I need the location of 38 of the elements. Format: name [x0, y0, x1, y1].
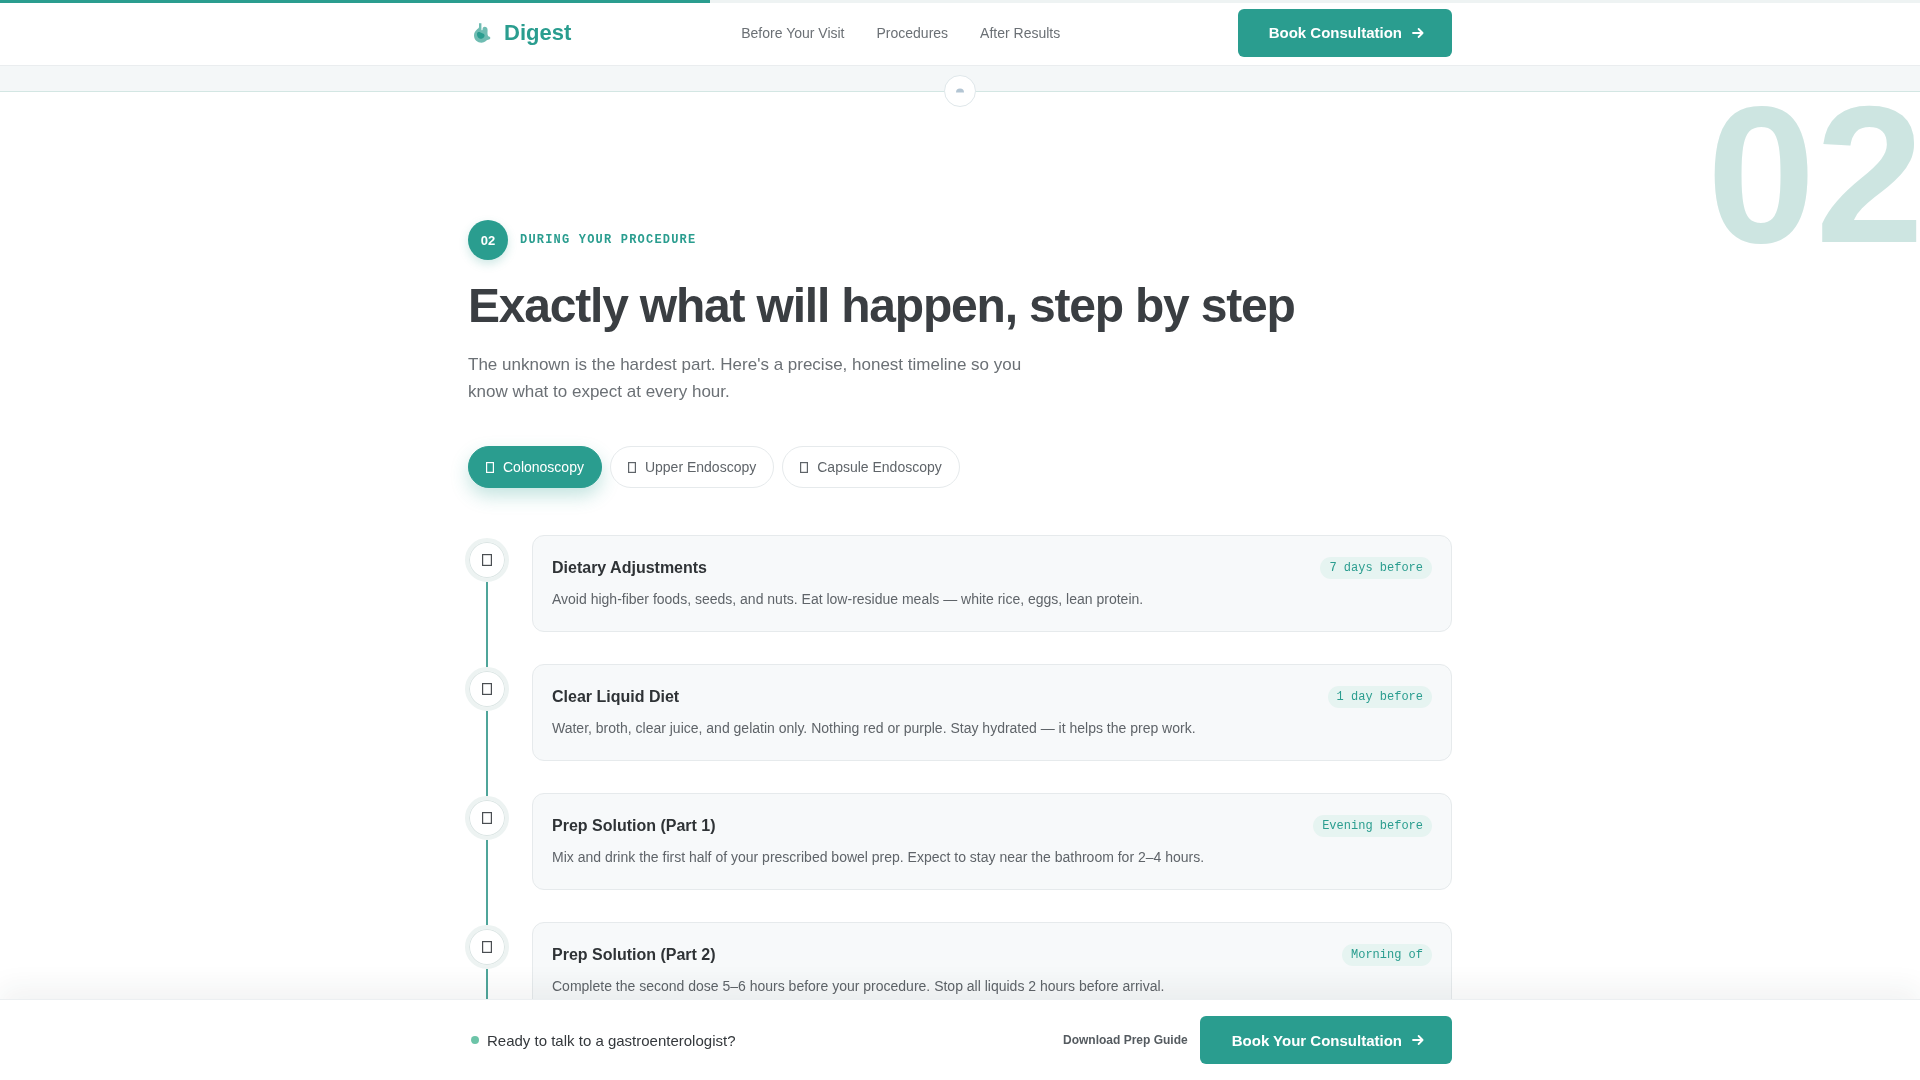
- rectangle-icon: [627, 461, 636, 473]
- arrow-right-icon: [1412, 26, 1424, 39]
- step-description: Mix and drink the first half of your prescribed bowel prep. Expect to stay near the bathroom for 2–4 hours.: [552, 848, 1206, 867]
- download-prep-guide-link[interactable]: Download Prep Guide: [1063, 1033, 1188, 1047]
- book-consultation-button[interactable]: Book Consultation: [1237, 8, 1452, 57]
- section-eyebrow: DURING YOUR PROCEDURE: [520, 233, 697, 247]
- logo-link[interactable]: Digest: [473, 19, 572, 46]
- arrow-right-icon: [1412, 1034, 1424, 1046]
- timing-tag: Evening before: [1313, 815, 1432, 837]
- step-number-badge: 02: [468, 220, 508, 260]
- status-dot-icon: [471, 1036, 479, 1044]
- step-description: Water, broth, clear juice, and gelatin only. Nothing red or purple. Stay hydrated — it helps the prep work.: [552, 719, 1197, 738]
- step-title: Clear Liquid Diet: [552, 687, 680, 707]
- rectangle-icon: [800, 461, 809, 473]
- timing-tag: 1 day before: [1327, 686, 1432, 708]
- rectangle-icon: [486, 461, 494, 473]
- book-your-consultation-button[interactable]: Book Your Consultation: [1199, 1016, 1452, 1064]
- procedure-tab[interactable]: Colonoscopy: [468, 446, 602, 488]
- step-title: Prep Solution (Part 1): [552, 816, 716, 836]
- rectangle-icon: [482, 683, 492, 695]
- cta-prompt: Ready to talk to a gastroenterologist?: [487, 1031, 736, 1049]
- timing-tag: 7 days before: [1320, 557, 1432, 579]
- step-description: Complete the second dose 5–6 hours before your procedure. Stop all liquids 2 hours before arrival.: [552, 977, 1166, 996]
- nav-link[interactable]: After Results: [980, 24, 1061, 41]
- step-description: Avoid high-fiber foods, seeds, and nuts. Eat low-residue meals — white rice, eggs, lean protein.: [552, 590, 1145, 609]
- rectangle-icon: [482, 812, 492, 824]
- procedure-tab[interactable]: Capsule Endoscopy: [782, 446, 960, 488]
- section-intro: The unknown is the hardest part. Here's a precise, honest timeline so you know what to expect at every hour.: [468, 354, 1023, 403]
- step-title: Prep Solution (Part 2): [552, 945, 716, 965]
- nav-link[interactable]: Before Your Visit: [741, 24, 845, 41]
- section-title: Exactly what will happen, step by step: [468, 278, 1296, 333]
- nav-link[interactable]: Procedures: [876, 24, 949, 41]
- step-title: Dietary Adjustments: [552, 558, 707, 578]
- rectangle-icon: [482, 554, 492, 566]
- timing-tag: Morning of: [1342, 944, 1432, 966]
- stomach-icon: [473, 22, 491, 43]
- rectangle-icon: [482, 941, 492, 953]
- procedure-tab[interactable]: Upper Endoscopy: [609, 446, 775, 488]
